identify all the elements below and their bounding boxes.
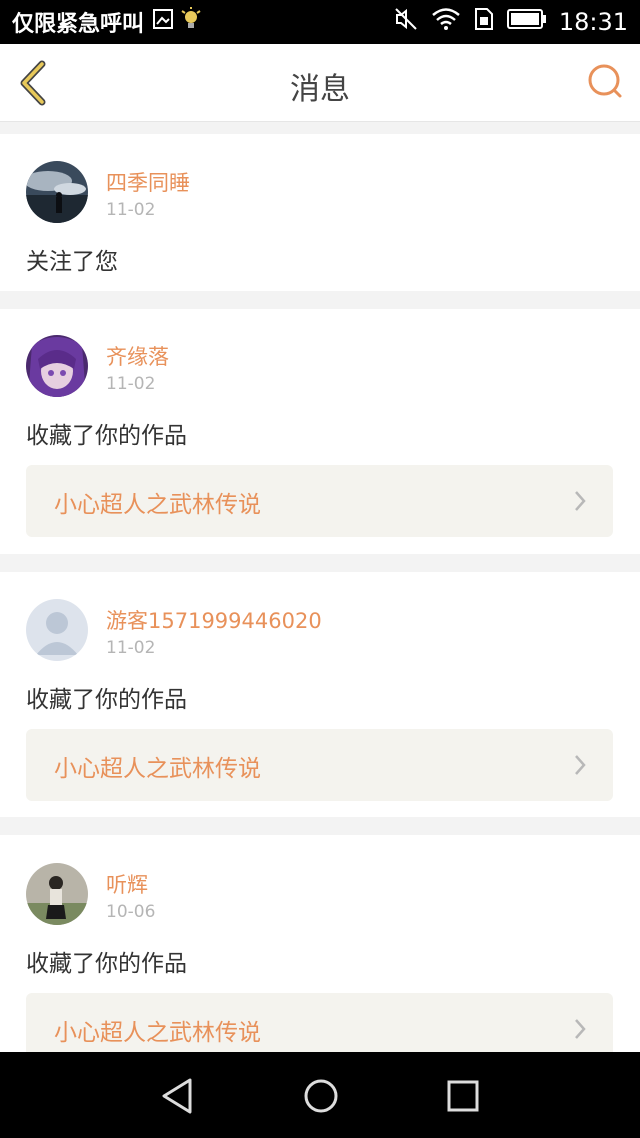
system-nav-bar — [0, 1052, 640, 1138]
username[interactable]: 齐缘落 — [106, 341, 169, 371]
nav-home-button[interactable] — [301, 1076, 341, 1116]
list-item[interactable]: 听辉 10-06 收藏了你的作品 小心超人之武林传说 — [0, 835, 640, 1052]
work-title: 小心超人之武林传说 — [54, 756, 261, 782]
message-list[interactable]: 四季同睡 11-02 关注了您 齐缘落 11-02 收藏了你的作品 小心超人之武… — [0, 122, 640, 1052]
avatar[interactable] — [26, 161, 88, 223]
chevron-right-icon — [575, 491, 586, 511]
message-date: 11-02 — [106, 638, 156, 658]
avatar[interactable] — [26, 335, 88, 397]
message-date: 10-06 — [106, 902, 156, 922]
message-action: 收藏了你的作品 — [26, 951, 187, 977]
chevron-right-icon — [575, 1019, 586, 1039]
work-link[interactable]: 小心超人之武林传说 — [26, 465, 613, 537]
chevron-right-icon — [575, 755, 586, 775]
work-title: 小心超人之武林传说 — [54, 492, 261, 518]
mute-icon — [393, 6, 419, 38]
title-bar: 消息 — [0, 44, 640, 122]
avatar[interactable] — [26, 863, 88, 925]
username[interactable]: 听辉 — [106, 869, 148, 899]
search-button[interactable] — [586, 62, 626, 102]
square-recents-icon — [447, 1080, 479, 1112]
status-bar: 仅限紧急呼叫 18:31 — [0, 0, 640, 44]
list-item[interactable]: 四季同睡 11-02 关注了您 — [0, 134, 640, 291]
list-item[interactable]: 齐缘落 11-02 收藏了你的作品 小心超人之武林传说 — [0, 309, 640, 554]
circle-home-icon — [304, 1079, 338, 1113]
battery-icon — [506, 8, 547, 36]
triangle-back-icon — [162, 1078, 192, 1114]
message-action: 关注了您 — [26, 249, 118, 275]
nav-back-button[interactable] — [158, 1076, 198, 1116]
message-action: 收藏了你的作品 — [26, 687, 187, 713]
work-link[interactable]: 小心超人之武林传说 — [26, 729, 613, 801]
wifi-icon — [431, 7, 461, 37]
image-notification-icon — [152, 8, 174, 36]
page-title: 消息 — [290, 72, 350, 107]
carrier-text: 仅限紧急呼叫 — [12, 12, 145, 37]
lightbulb-icon — [180, 7, 202, 37]
search-icon — [588, 64, 622, 98]
avatar[interactable] — [26, 599, 88, 661]
username[interactable]: 四季同睡 — [106, 167, 190, 197]
message-action: 收藏了你的作品 — [26, 423, 187, 449]
work-link[interactable]: 小心超人之武林传说 — [26, 993, 613, 1052]
clock: 18:31 — [558, 8, 628, 36]
work-title: 小心超人之武林传说 — [54, 1020, 261, 1046]
message-date: 11-02 — [106, 374, 156, 394]
sim-icon — [473, 7, 495, 37]
nav-recents-button[interactable] — [443, 1076, 483, 1116]
username[interactable]: 游客1571999446020 — [106, 605, 322, 635]
message-date: 11-02 — [106, 200, 156, 220]
list-item[interactable]: 游客1571999446020 11-02 收藏了你的作品 小心超人之武林传说 — [0, 572, 640, 817]
